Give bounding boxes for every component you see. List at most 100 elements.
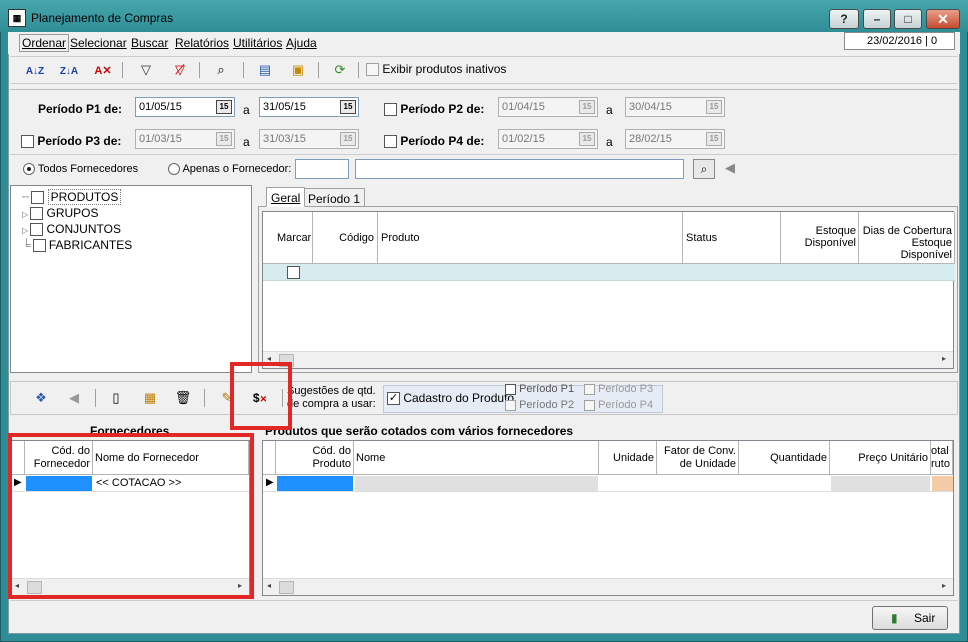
checkbox-box[interactable] [366, 63, 379, 77]
menu-ajuda[interactable]: Ajuda [286, 36, 317, 50]
horizontal-scrollbar[interactable]: ◂ ▸ [263, 351, 953, 368]
filter-icon[interactable]: ▽ [135, 60, 157, 80]
binoculars-icon[interactable]: ⌕ [693, 159, 715, 179]
checkbox-box[interactable] [505, 383, 516, 395]
col-preco-unitario[interactable]: Preço Unitário [830, 441, 931, 475]
calendar-icon[interactable]: 15 [216, 100, 232, 114]
suggest-p2-checkbox[interactable]: Período P2 [505, 399, 574, 411]
menu-selecionar[interactable]: Selecionar [70, 36, 127, 50]
help-button[interactable]: ? [829, 9, 859, 29]
checkbox-box[interactable] [384, 135, 397, 149]
product-code-cell[interactable] [277, 476, 353, 491]
period-p2-checkbox[interactable]: Período P2 de: [384, 102, 484, 117]
col-produto[interactable]: Produto [378, 212, 683, 264]
checkbox-box[interactable] [584, 399, 595, 411]
remove-icon[interactable]: ◀ [63, 388, 85, 408]
col-unidade[interactable]: Unidade [599, 441, 657, 475]
checkbox-box[interactable] [384, 103, 397, 117]
suggest-p1-checkbox[interactable]: Período P1 [505, 383, 574, 395]
table-row[interactable]: ▶ [263, 475, 953, 492]
all-suppliers-radio[interactable]: Todos Fornecedores [23, 163, 138, 176]
menu-buscar[interactable]: Buscar [131, 36, 168, 50]
edit-list-icon[interactable]: ▦ [139, 388, 161, 408]
maximize-button[interactable]: □ [894, 9, 922, 29]
menu-utilitarios[interactable]: Utilitários [233, 36, 282, 50]
horizontal-scrollbar[interactable]: ◂ ▸ [263, 578, 953, 595]
col-codigo[interactable]: Código [313, 212, 378, 264]
scroll-right-icon[interactable]: ▸ [942, 354, 946, 363]
period-p4-checkbox[interactable]: Período P4 de: [384, 134, 484, 149]
suggestion-label: Sugestões de qtd. de compra a usar: [287, 385, 376, 411]
checkbox-box[interactable] [584, 383, 595, 395]
tree-item-produtos[interactable]: ╌ PRODUTOS [22, 189, 122, 205]
tree-item-fabricantes[interactable]: ╘ FABRICANTES [22, 238, 132, 253]
col-total-bruto[interactable]: otal ruto [931, 441, 953, 475]
tab-periodo-1[interactable]: Período 1 [303, 188, 366, 208]
col-marcar[interactable]: Marcar [263, 212, 313, 264]
checkbox-box[interactable]: ✓ [387, 392, 400, 406]
minimize-button[interactable]: – [863, 9, 891, 29]
scroll-left-icon[interactable]: ◂ [267, 581, 271, 590]
clear-sort-icon[interactable]: A✕ [92, 60, 114, 80]
calendar-icon[interactable]: 15 [216, 132, 232, 146]
scroll-thumb[interactable] [279, 581, 294, 594]
checkbox-box[interactable] [505, 399, 516, 411]
refresh-icon[interactable]: ⟳ [329, 60, 351, 80]
expand-icon[interactable]: ▷ [22, 226, 28, 235]
product-name-cell[interactable] [355, 476, 598, 491]
supplier-code-input[interactable] [295, 159, 349, 179]
table-row[interactable] [263, 264, 955, 281]
columns-icon[interactable]: ▤ [254, 60, 276, 80]
tree-item-grupos[interactable]: ▷ GRUPOS [22, 206, 99, 221]
toolbar-separator [122, 62, 123, 78]
supplier-name-input[interactable] [355, 159, 684, 179]
col-quantidade[interactable]: Quantidade [739, 441, 830, 475]
sort-ascending-icon[interactable]: A↓Z [24, 60, 46, 80]
show-inactive-checkbox[interactable]: Exibir produtos inativos [366, 62, 506, 77]
suppliers-icon[interactable]: ❖ [30, 388, 52, 408]
calendar-icon[interactable]: 15 [340, 132, 356, 146]
menu-ordenar[interactable]: Ordenar [19, 34, 70, 52]
suggest-p4-checkbox[interactable]: Período P4 [584, 399, 653, 411]
tab-geral[interactable]: Geral [266, 187, 306, 207]
col-status[interactable]: Status [683, 212, 781, 264]
scroll-right-icon[interactable]: ▸ [942, 581, 946, 590]
col-estoque[interactable]: Estoque Disponível [781, 212, 859, 264]
col-dias-cobertura[interactable]: Dias de Cobertura Estoque Disponível [859, 212, 955, 264]
col-nome[interactable]: Nome [354, 441, 599, 475]
clear-filter-icon[interactable]: ▽̸ [169, 60, 191, 80]
checkbox-box[interactable] [30, 223, 44, 237]
menu-relatorios[interactable]: Relatórios [175, 36, 229, 50]
checkbox-box[interactable] [31, 191, 45, 205]
clear-supplier-icon[interactable]: ◀ [719, 159, 741, 179]
sort-descending-icon[interactable]: Z↓A [58, 60, 80, 80]
expand-icon[interactable]: ▷ [22, 210, 28, 219]
cadastro-checkbox[interactable]: ✓ Cadastro do Produto [387, 391, 514, 406]
close-button[interactable]: ✕ [926, 9, 960, 29]
tree-item-conjuntos[interactable]: ▷ CONJUNTOS [22, 222, 121, 237]
print-preview-icon[interactable]: ▣ [287, 60, 309, 80]
checkbox-box[interactable] [21, 135, 34, 149]
radio-circle[interactable] [23, 163, 35, 176]
trash-icon[interactable]: 🗑 [172, 388, 194, 408]
calendar-icon[interactable]: 15 [706, 132, 722, 146]
calendar-icon[interactable]: 15 [706, 100, 722, 114]
new-document-icon[interactable]: ▯ [105, 388, 127, 408]
only-supplier-radio[interactable]: Apenas o Fornecedor: [168, 163, 291, 176]
mark-checkbox[interactable] [287, 266, 300, 279]
binoculars-icon[interactable]: ⌕ [210, 60, 232, 80]
calendar-icon[interactable]: 15 [579, 100, 595, 114]
col-fator-conversao[interactable]: Fator de Conv. de Unidade [657, 441, 739, 475]
unit-price-cell[interactable] [831, 476, 930, 491]
col-product-code[interactable]: Cód. do Produto [276, 441, 354, 475]
calendar-icon[interactable]: 15 [340, 100, 356, 114]
title-bar[interactable]: ▦ Planejamento de Compras ? – □ ✕ [0, 0, 968, 32]
calendar-icon[interactable]: 15 [579, 132, 595, 146]
suggest-p3-checkbox[interactable]: Período P3 [584, 383, 653, 395]
exit-button[interactable]: ▮ Sair [872, 606, 948, 630]
checkbox-box[interactable] [30, 207, 44, 221]
total-cell[interactable] [932, 476, 953, 491]
period-p3-checkbox[interactable]: Período P3 de: [21, 134, 121, 149]
radio-circle[interactable] [168, 163, 180, 176]
checkbox-box[interactable] [32, 239, 46, 253]
